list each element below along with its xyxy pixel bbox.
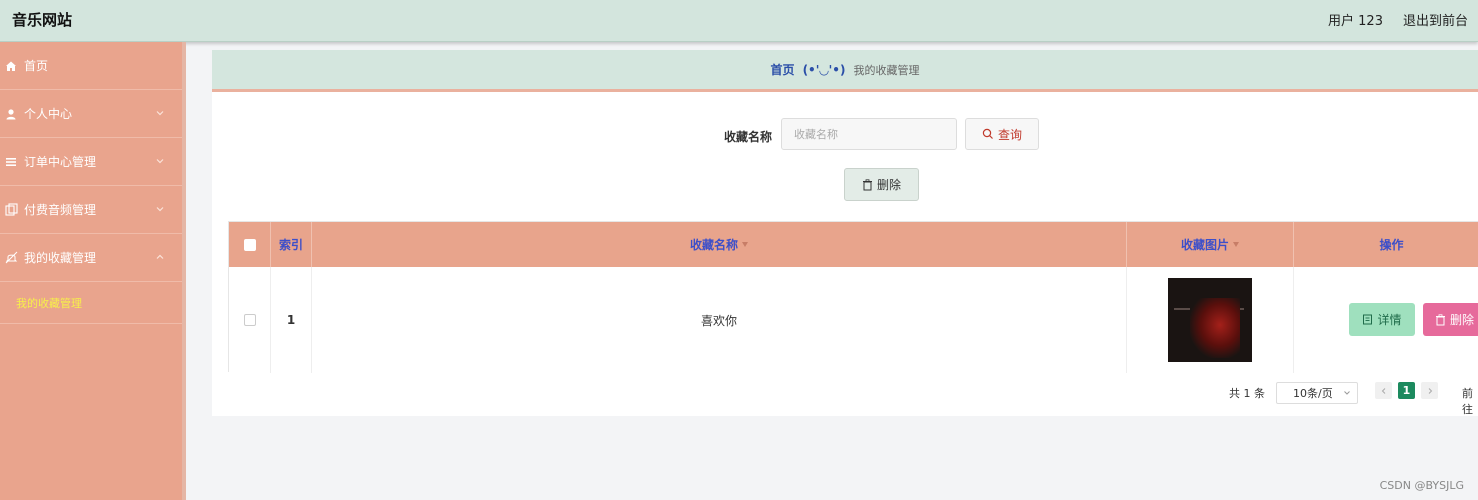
- list-icon: [4, 155, 18, 169]
- home-icon: [4, 59, 18, 73]
- sidebar-item-label: 个人中心: [24, 107, 73, 121]
- user-label: 用户 123: [1328, 14, 1383, 29]
- batch-delete-label: 删除: [876, 178, 901, 192]
- sidebar-item-favorites[interactable]: 我的收藏管理: [0, 234, 182, 282]
- cover-portrait: [1190, 298, 1240, 358]
- row-checkbox-cell: [229, 267, 271, 373]
- sidebar-item-label: 订单中心管理: [24, 155, 97, 169]
- trash-icon: [862, 178, 872, 190]
- site-title: 音乐网站: [12, 11, 73, 29]
- sidebar-item-label: 我的收藏管理: [24, 251, 97, 265]
- watermark: CSDN @BYSJLG: [1379, 479, 1464, 492]
- pagination: 共 1 条 10条/页 1 前往: [212, 381, 1478, 416]
- page-number-1[interactable]: 1: [1398, 382, 1415, 399]
- detail-button-label: 详情: [1377, 313, 1402, 327]
- next-page-button[interactable]: [1421, 382, 1438, 399]
- copy-icon: [4, 203, 18, 217]
- column-header-name[interactable]: 收藏名称: [312, 222, 1127, 267]
- sidebar-item-personal-center[interactable]: 个人中心: [0, 90, 182, 138]
- chevron-up-icon: [156, 254, 164, 259]
- table-header: 索引 收藏名称 收藏图片 操作: [229, 222, 1478, 267]
- search-icon: [982, 128, 993, 139]
- table-row: 1 喜欢你 详情 删除: [229, 267, 1478, 373]
- sidebar-item-paid-audio[interactable]: 付费音频管理: [0, 186, 182, 234]
- document-icon: [1363, 314, 1373, 325]
- search-input[interactable]: [781, 118, 957, 150]
- select-all-cell: [229, 222, 271, 267]
- favorites-table: 索引 收藏名称 收藏图片 操作 1 喜欢你 详情 删除: [228, 221, 1478, 373]
- sidebar-item-home[interactable]: 首页: [0, 42, 182, 90]
- chevron-down-icon: [1344, 391, 1350, 395]
- pagination-total: 共 1 条: [1229, 387, 1265, 400]
- breadcrumb-home[interactable]: 首页: [771, 61, 795, 78]
- main-content: 首页 (•'◡'•) 我的收藏管理 收藏名称 查询 删除 索引 收藏名称 收藏图…: [212, 50, 1478, 416]
- chevron-left-icon: [1381, 387, 1385, 394]
- breadcrumb-current: 我的收藏管理: [853, 63, 920, 77]
- sidebar: 首页 个人中心 订单中心管理 付费音频管理 我的收藏管理 我的收藏管理: [0, 42, 186, 500]
- goto-page-label: 前往: [1462, 387, 1473, 416]
- album-cover-image: [1168, 278, 1252, 362]
- row-checkbox[interactable]: [243, 314, 256, 326]
- top-right-links: 用户 123 退出到前台: [1328, 10, 1468, 29]
- batch-delete-button[interactable]: 删除: [844, 168, 919, 201]
- select-all-checkbox[interactable]: [243, 238, 256, 251]
- query-button[interactable]: 查询: [965, 118, 1039, 150]
- row-delete-label: 删除: [1450, 313, 1475, 327]
- column-header-index: 索引: [271, 222, 312, 267]
- breadcrumb: 首页 (•'◡'•) 我的收藏管理: [212, 50, 1478, 92]
- breadcrumb-separator: (•'◡'•): [802, 62, 846, 77]
- chevron-down-icon: [156, 207, 164, 212]
- detail-button[interactable]: 详情: [1349, 303, 1415, 336]
- search-label: 收藏名称: [724, 130, 773, 144]
- sort-icon: [1233, 242, 1239, 247]
- bell-off-icon: [4, 251, 18, 265]
- query-button-label: 查询: [997, 127, 1022, 142]
- row-index: 1: [271, 267, 312, 373]
- user-icon: [4, 107, 18, 121]
- column-header-actions: 操作: [1379, 238, 1404, 252]
- row-image-cell: [1127, 267, 1294, 373]
- prev-page-button[interactable]: [1375, 382, 1392, 399]
- row-delete-button[interactable]: 删除: [1423, 303, 1478, 336]
- sidebar-item-order-center[interactable]: 订单中心管理: [0, 138, 182, 186]
- page-size-value: 10条/页: [1293, 387, 1333, 400]
- page-size-select[interactable]: 10条/页: [1276, 382, 1358, 404]
- sidebar-item-label: 首页: [24, 59, 49, 73]
- chevron-right-icon: [1428, 387, 1432, 394]
- column-header-name-label: 收藏名称: [689, 238, 738, 252]
- column-header-image[interactable]: 收藏图片: [1127, 222, 1294, 267]
- sidebar-subitem-favorites-manage[interactable]: 我的收藏管理: [0, 282, 182, 324]
- column-header-image-label: 收藏图片: [1180, 238, 1229, 252]
- chevron-down-icon: [156, 159, 164, 164]
- trash-icon: [1436, 313, 1445, 325]
- top-bar: 音乐网站 用户 123 退出到前台: [0, 0, 1478, 42]
- chevron-down-icon: [156, 111, 164, 116]
- sort-icon: [742, 242, 748, 247]
- row-name: 喜欢你: [312, 267, 1127, 373]
- sidebar-item-label: 付费音频管理: [24, 203, 97, 217]
- exit-to-front-link[interactable]: 退出到前台: [1403, 10, 1468, 29]
